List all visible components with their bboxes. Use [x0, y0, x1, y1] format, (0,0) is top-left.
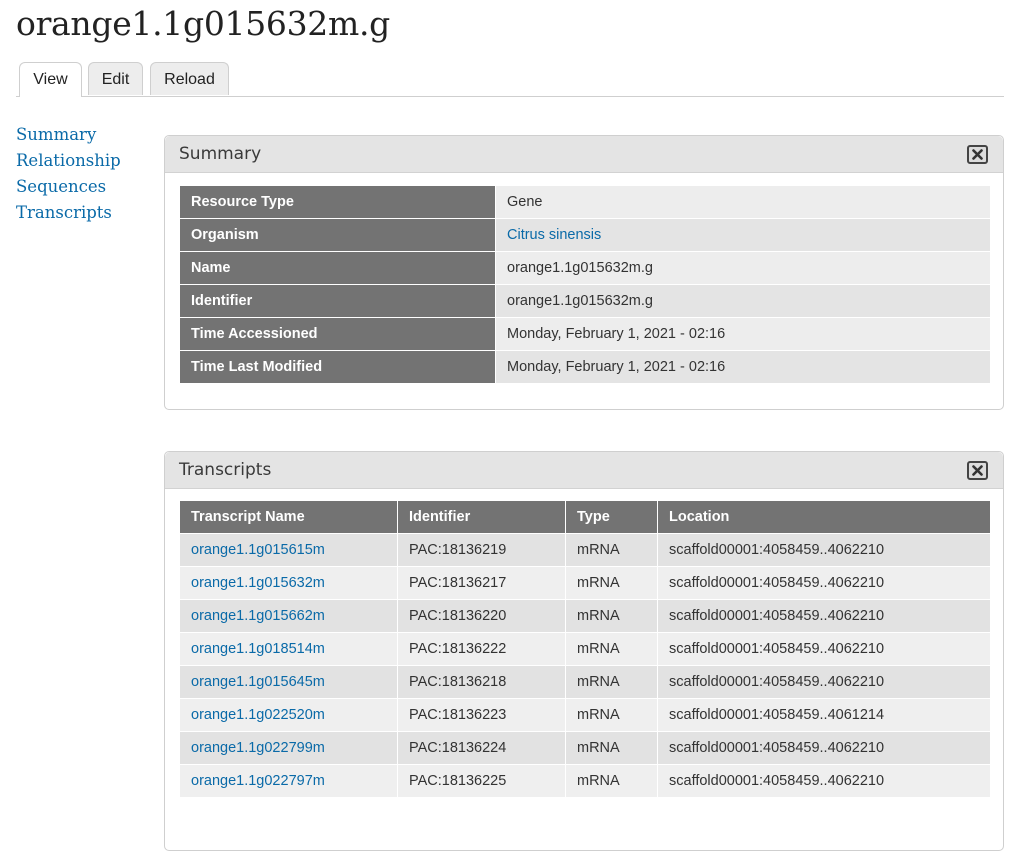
table-row: Identifier orange1.1g015632m.g	[179, 284, 991, 318]
column-header-transcript-name: Transcript Name	[179, 500, 398, 534]
type-cell: mRNA	[565, 764, 658, 798]
column-header-location: Location	[657, 500, 991, 534]
transcript-name-cell: orange1.1g018514m	[179, 632, 398, 666]
transcripts-pane-header: Transcripts	[165, 452, 1003, 489]
tab-view[interactable]: View	[19, 62, 82, 97]
page-title: orange1.1g015632m.g	[16, 4, 391, 43]
row-value: Gene	[495, 185, 991, 219]
identifier-cell: PAC:18136223	[397, 698, 566, 732]
sidebar-link-relationship[interactable]: Relationship	[16, 151, 121, 170]
transcript-link[interactable]: orange1.1g015662m	[191, 608, 325, 624]
tab-bar: View Edit Reload	[16, 62, 1004, 97]
table-row: Time Last Modified Monday, February 1, 2…	[179, 350, 991, 384]
table-row: orange1.1g022520m PAC:18136223 mRNA scaf…	[179, 698, 991, 732]
table-row: orange1.1g015645m PAC:18136218 mRNA scaf…	[179, 665, 991, 699]
transcript-link[interactable]: orange1.1g015645m	[191, 674, 325, 690]
sidebar-item-transcripts: Transcripts	[16, 200, 121, 226]
transcripts-pane: Transcripts Transcript Name Identifier T…	[164, 451, 1004, 851]
summary-pane-header: Summary	[165, 136, 1003, 173]
organism-link[interactable]: Citrus sinensis	[507, 227, 601, 243]
type-cell: mRNA	[565, 533, 658, 567]
sidebar-link-sequences[interactable]: Sequences	[16, 177, 106, 196]
transcript-name-cell: orange1.1g022797m	[179, 764, 398, 798]
transcript-name-cell: orange1.1g015632m	[179, 566, 398, 600]
summary-close-button[interactable]	[967, 145, 988, 164]
transcripts-pane-title: Transcripts	[179, 460, 272, 480]
transcript-name-cell: orange1.1g022520m	[179, 698, 398, 732]
row-label: Time Last Modified	[179, 350, 496, 384]
identifier-cell: PAC:18136222	[397, 632, 566, 666]
location-cell: scaffold00001:4058459..4062210	[657, 764, 991, 798]
transcripts-close-button[interactable]	[967, 461, 988, 480]
location-cell: scaffold00001:4058459..4062210	[657, 665, 991, 699]
tab-reload[interactable]: Reload	[150, 62, 229, 95]
table-row: Time Accessioned Monday, February 1, 202…	[179, 317, 991, 351]
type-cell: mRNA	[565, 632, 658, 666]
tab-edit[interactable]: Edit	[88, 62, 143, 95]
row-value: Monday, February 1, 2021 - 02:16	[495, 350, 991, 384]
sidebar-link-transcripts[interactable]: Transcripts	[16, 203, 112, 222]
location-cell: scaffold00001:4058459..4062210	[657, 632, 991, 666]
transcript-link[interactable]: orange1.1g015615m	[191, 542, 325, 558]
row-value: orange1.1g015632m.g	[495, 251, 991, 285]
close-x-icon	[972, 465, 983, 476]
transcript-name-cell: orange1.1g015615m	[179, 533, 398, 567]
transcripts-table: Transcript Name Identifier Type Location…	[179, 500, 991, 798]
location-cell: scaffold00001:4058459..4062210	[657, 599, 991, 633]
table-row: orange1.1g015662m PAC:18136220 mRNA scaf…	[179, 599, 991, 633]
table-row: Resource Type Gene	[179, 185, 991, 219]
table-row: orange1.1g022799m PAC:18136224 mRNA scaf…	[179, 731, 991, 765]
sidebar-item-summary: Summary	[16, 122, 121, 148]
table-row: orange1.1g018514m PAC:18136222 mRNA scaf…	[179, 632, 991, 666]
row-label: Name	[179, 251, 496, 285]
row-label: Organism	[179, 218, 496, 252]
transcript-name-cell: orange1.1g015645m	[179, 665, 398, 699]
close-x-icon	[972, 149, 983, 160]
row-value: orange1.1g015632m.g	[495, 284, 991, 318]
type-cell: mRNA	[565, 665, 658, 699]
location-cell: scaffold00001:4058459..4062210	[657, 566, 991, 600]
row-label: Identifier	[179, 284, 496, 318]
sidebar-item-relationship: Relationship	[16, 148, 121, 174]
table-row: Organism Citrus sinensis	[179, 218, 991, 252]
row-value: Citrus sinensis	[495, 218, 991, 252]
summary-table: Resource Type Gene Organism Citrus sinen…	[179, 185, 991, 384]
transcript-link[interactable]: orange1.1g015632m	[191, 575, 325, 591]
transcript-link[interactable]: orange1.1g018514m	[191, 641, 325, 657]
type-cell: mRNA	[565, 731, 658, 765]
identifier-cell: PAC:18136218	[397, 665, 566, 699]
type-cell: mRNA	[565, 599, 658, 633]
row-label: Resource Type	[179, 185, 496, 219]
table-row: Name orange1.1g015632m.g	[179, 251, 991, 285]
type-cell: mRNA	[565, 566, 658, 600]
transcript-link[interactable]: orange1.1g022520m	[191, 707, 325, 723]
location-cell: scaffold00001:4058459..4062210	[657, 731, 991, 765]
transcript-link[interactable]: orange1.1g022797m	[191, 773, 325, 789]
sidebar-link-summary[interactable]: Summary	[16, 125, 96, 144]
transcript-name-cell: orange1.1g022799m	[179, 731, 398, 765]
summary-pane: Summary Resource Type Gene Organism Citr…	[164, 135, 1004, 410]
transcript-link[interactable]: orange1.1g022799m	[191, 740, 325, 756]
identifier-cell: PAC:18136220	[397, 599, 566, 633]
identifier-cell: PAC:18136224	[397, 731, 566, 765]
summary-pane-title: Summary	[179, 144, 262, 164]
row-label: Time Accessioned	[179, 317, 496, 351]
identifier-cell: PAC:18136217	[397, 566, 566, 600]
location-cell: scaffold00001:4058459..4061214	[657, 698, 991, 732]
identifier-cell: PAC:18136219	[397, 533, 566, 567]
table-row: orange1.1g015632m PAC:18136217 mRNA scaf…	[179, 566, 991, 600]
identifier-cell: PAC:18136225	[397, 764, 566, 798]
row-value: Monday, February 1, 2021 - 02:16	[495, 317, 991, 351]
sidebar-nav: Summary Relationship Sequences Transcrip…	[16, 122, 121, 226]
transcript-name-cell: orange1.1g015662m	[179, 599, 398, 633]
location-cell: scaffold00001:4058459..4062210	[657, 533, 991, 567]
sidebar-item-sequences: Sequences	[16, 174, 121, 200]
column-header-identifier: Identifier	[397, 500, 566, 534]
table-header-row: Transcript Name Identifier Type Location	[179, 500, 991, 534]
table-row: orange1.1g022797m PAC:18136225 mRNA scaf…	[179, 764, 991, 798]
table-row: orange1.1g015615m PAC:18136219 mRNA scaf…	[179, 533, 991, 567]
column-header-type: Type	[565, 500, 658, 534]
type-cell: mRNA	[565, 698, 658, 732]
